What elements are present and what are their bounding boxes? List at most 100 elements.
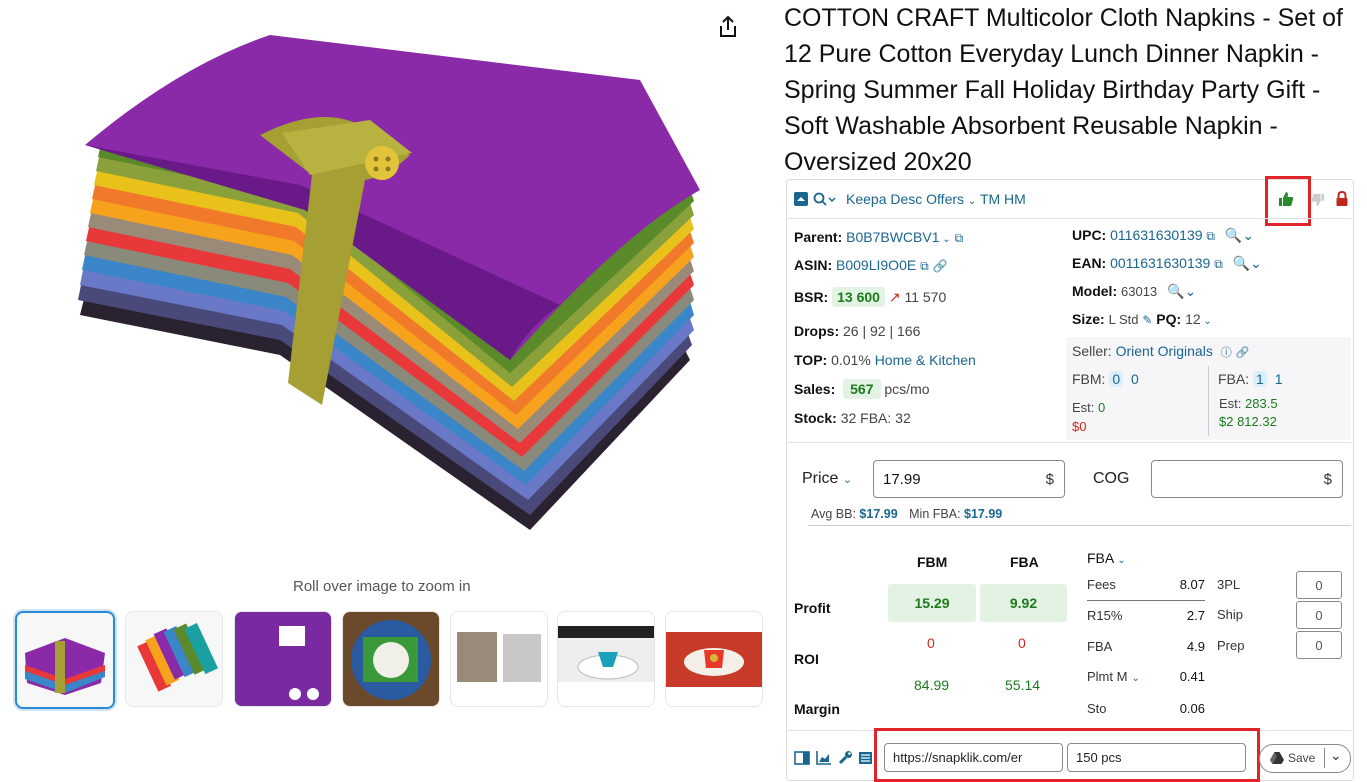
search-dropdown-icon[interactable]: 🔍⌄ [1233,255,1262,271]
pq-label: PQ: [1156,311,1182,327]
lock-icon[interactable] [1335,191,1349,207]
category-link[interactable]: Home & Kitchen [875,352,976,368]
bsr-value: 13 600 [832,287,885,307]
thumbnail-6[interactable] [557,611,655,707]
margin-fba-value: 55.14 [1005,677,1041,693]
thumbnail-3[interactable] [234,611,332,707]
fee-label: Sto [1087,701,1107,716]
fba-est-label: Est: [1219,396,1242,411]
fbm-offers: FBM: 0 0 [1072,371,1139,387]
thumbs-up-icon[interactable] [1278,191,1294,207]
search-dropdown-icon[interactable] [813,192,837,208]
fba-count[interactable]: 1 [1253,371,1267,387]
seller-row: Seller: Orient Originals ⓘ 🔗 [1072,343,1249,360]
link-icon[interactable]: 🔗 [1236,347,1250,359]
quantity-input-value: 150 pcs [1076,750,1122,765]
share-icon[interactable] [717,15,739,39]
chart-icon[interactable] [816,750,832,765]
stock-label: Stock: [794,410,837,426]
edit-icon[interactable]: ✎ [1142,313,1152,327]
copy-icon[interactable]: ⧉ [1214,257,1223,271]
fee-label: FBA [1087,639,1113,654]
roi-fbm-value: 0 [927,635,935,651]
thumbnail-2[interactable] [125,611,223,707]
extra-ship-input[interactable]: 0 [1296,601,1342,629]
fee-row-storage: Sto 0.06 [1087,701,1205,716]
avg-bb-value[interactable]: $17.99 [859,507,897,521]
fbm-column-header: FBM [917,554,948,570]
thumbnail-1[interactable] [15,611,115,709]
thumbnail-4[interactable] [342,611,440,707]
fee-row-placement[interactable]: Plmt M ⌄ 0.41 [1087,669,1205,684]
copy-icon[interactable]: ⧉ [920,259,929,273]
price-input[interactable]: 17.99 $ [873,460,1065,498]
size-label: Size: [1072,311,1105,327]
thumbnail-7[interactable] [665,611,763,707]
search-dropdown-icon[interactable]: 🔍⌄ [1225,227,1254,243]
copy-icon[interactable]: ⧉ [1206,229,1215,243]
collapse-icon[interactable] [794,192,808,206]
fba-offers: FBA: 1 1 [1218,371,1283,387]
list-icon[interactable] [858,751,873,765]
thumbnail-5[interactable] [450,611,548,707]
chevron-down-icon: ⌄ [1131,673,1140,684]
keepa-toolbar-label: Keepa Desc Offers [846,191,965,207]
price-currency: $ [1045,471,1054,488]
quantity-input[interactable]: 150 pcs [1067,743,1246,772]
ean-row: EAN: 0011631630139 ⧉ 🔍⌄ [1072,255,1262,272]
thumbs-down-icon[interactable] [1311,193,1325,207]
price-input-value: 17.99 [883,471,921,488]
parent-row: Parent: B0B7BWCBV1 ⌄ ⧉ [794,229,963,246]
wrench-icon[interactable] [838,750,853,765]
bsr-trend-value: 11 570 [904,289,947,305]
extra-ship-label: Ship [1217,607,1244,622]
upc-row: UPC: 011631630139 ⧉ 🔍⌄ [1072,227,1254,244]
divider [787,218,1351,219]
seller-link[interactable]: Orient Originals [1116,343,1213,359]
upc-value[interactable]: 011631630139 [1110,227,1202,243]
search-dropdown-icon[interactable]: 🔍⌄ [1167,283,1196,299]
chevron-down-icon: ⌄ [1117,555,1126,566]
link-icon[interactable]: 🔗 [933,259,948,273]
pq-value: 12 [1185,311,1201,327]
min-fba-value[interactable]: $17.99 [964,507,1002,521]
url-input[interactable]: https://snapklik.com/er [884,743,1063,772]
fba-count-2[interactable]: 1 [1275,371,1283,387]
fees-mode-selector[interactable]: FBA ⌄ [1087,550,1126,566]
extra-3pl-input[interactable]: 0 [1296,571,1342,599]
asin-link[interactable]: B009LI9O0E [836,257,916,273]
fbm-count-2[interactable]: 0 [1131,371,1139,387]
stock-value: 32 FBA: 32 [840,410,911,426]
divider [1324,748,1325,768]
fee-value: 0.41 [1179,669,1205,684]
chevron-down-icon[interactable]: ⌄ [1330,747,1342,764]
parent-asin-link[interactable]: B0B7BWCBV1 [846,229,939,245]
model-row: Model: 63013 🔍⌄ [1072,283,1196,300]
cog-input[interactable]: $ [1151,460,1343,498]
save-button[interactable]: Save ⌄ [1259,744,1351,773]
sidebar-toggle-icon[interactable] [794,751,810,765]
keepa-desc-offers-menu[interactable]: Keepa Desc Offers ⌄ TM HM [846,191,1026,207]
keepa-toolbar-extra[interactable]: TM HM [980,191,1026,207]
price-type-selector[interactable]: Price ⌄ [802,470,852,488]
bsr-row: BSR: 13 600 ↗ 11 570 [794,287,947,307]
sales-label: Sales: [794,381,836,397]
info-icon[interactable]: ⓘ [1221,347,1232,359]
ean-value[interactable]: 0011631630139 [1110,255,1210,271]
chevron-down-icon[interactable]: ⌄ [940,234,950,245]
fbm-count[interactable]: 0 [1109,371,1124,387]
zoom-hint: Roll over image to zoom in [293,578,471,595]
cog-currency: $ [1323,471,1332,488]
chevron-down-icon[interactable]: ⌄ [1201,316,1211,327]
min-fba-label: Min FBA: [909,507,961,521]
fbm-est-label: Est: [1072,400,1095,415]
product-main-image[interactable] [60,25,710,545]
fbm-est: Est: 0 [1072,400,1105,415]
extra-prep-input[interactable]: 0 [1296,631,1342,659]
cog-label: COG [1093,470,1130,487]
fba-column-header: FBA [1010,554,1039,570]
profit-label: Profit [794,600,831,616]
thumbnail-strip [15,611,763,709]
copy-icon[interactable]: ⧉ [955,231,964,245]
size-value: L Std [1108,312,1139,327]
